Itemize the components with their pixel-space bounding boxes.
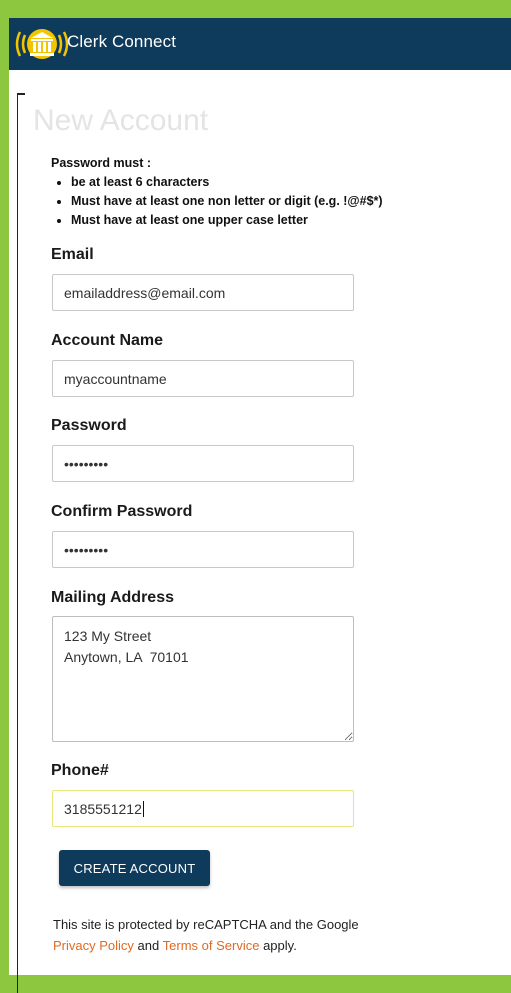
password-label: Password [51,417,127,434]
password-rules: Password must : be at least 6 characters… [51,156,383,230]
confirm-password-field[interactable] [52,531,354,568]
email-label: Email [51,246,94,263]
password-rules-list: be at least 6 characters Must have at le… [51,173,383,230]
account-name-label: Account Name [51,332,164,349]
page-title: New Account [33,104,209,137]
content-edge-tick [17,93,25,95]
recaptcha-and: and [137,938,160,953]
recaptcha-text: This site is protected by reCAPTCHA and … [53,917,359,932]
text-cursor [142,800,144,817]
mailing-address-label: Mailing Address [51,589,174,606]
phone-label: Phone# [51,762,109,779]
account-name-field[interactable] [52,360,354,397]
mailing-address-textarea[interactable]: 123 My Street Anytown, LA 70101 [52,616,354,742]
recaptcha-notice: This site is protected by reCAPTCHA and … [53,914,359,956]
app-title: Clerk Connect [67,32,177,51]
password-rule-item: Must have at least one upper case letter [71,211,383,230]
create-account-button[interactable]: CREATE ACCOUNT [59,850,210,886]
phone-field-value: 3185551212 [64,800,142,817]
content-edge-line [17,93,21,993]
app-header: Clerk Connect [9,18,511,70]
confirm-password-label: Confirm Password [51,503,193,520]
privacy-policy-link[interactable]: Privacy Policy [53,938,134,953]
email-field[interactable] [52,274,354,311]
phone-field[interactable]: 3185551212 [52,790,354,827]
password-rule-item: be at least 6 characters [71,173,383,192]
password-rules-heading: Password must : [51,156,152,170]
terms-of-service-link[interactable]: Terms of Service [163,938,260,953]
courthouse-logo-icon [15,29,69,59]
page-frame: Clerk Connect New Account Password must … [9,18,511,993]
password-rule-item: Must have at least one non letter or dig… [71,192,383,211]
password-field[interactable] [52,445,354,482]
recaptcha-apply: apply. [263,938,297,953]
